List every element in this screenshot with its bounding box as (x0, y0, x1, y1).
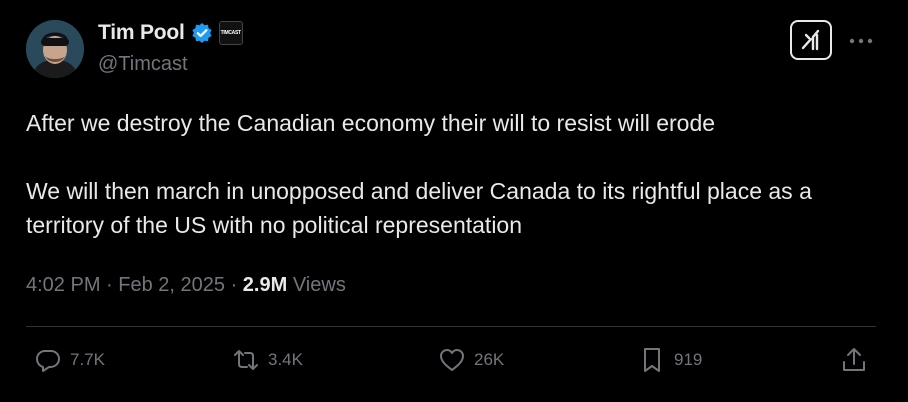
avatar[interactable] (26, 20, 84, 78)
reply-button[interactable]: 7.7K (34, 346, 105, 374)
meta-separator: · (100, 274, 119, 296)
tweet-time[interactable]: 4:02 PM (26, 274, 100, 297)
repost-button[interactable]: 3.4K (232, 346, 303, 374)
like-icon (440, 349, 464, 371)
tweet-meta: 4:02 PM · Feb 2, 2025 · 2.9M Views (26, 274, 346, 297)
author-name[interactable]: Tim Pool (98, 21, 185, 45)
bookmark-icon (644, 348, 660, 372)
author-name-row: Tim Pool TIMCAST (98, 21, 243, 45)
reply-count: 7.7K (70, 350, 105, 369)
affiliate-badge[interactable]: TIMCAST (218, 21, 243, 45)
tweet-text: After we destroy the Canadian economy th… (26, 110, 812, 238)
like-button[interactable]: 26K (438, 346, 504, 374)
views-label: Views (292, 274, 346, 296)
meta-separator: · (225, 274, 243, 296)
like-count: 26K (474, 350, 505, 369)
reply-icon (36, 350, 60, 372)
grok-button[interactable] (790, 20, 832, 60)
views-count: 2.9M (242, 274, 288, 296)
repost-icon (234, 350, 258, 370)
author-handle[interactable]: @Timcast (98, 53, 188, 76)
tweet-date[interactable]: Feb 2, 2025 (118, 274, 225, 297)
repost-count: 3.4K (268, 350, 303, 369)
bookmark-count: 919 (674, 350, 703, 369)
bookmark-button[interactable]: 919 (638, 346, 702, 374)
verified-badge-icon[interactable] (191, 22, 213, 44)
divider (26, 326, 876, 327)
grok-icon (801, 29, 820, 51)
more-icon (849, 38, 873, 44)
share-button[interactable] (840, 346, 868, 374)
share-icon (843, 348, 865, 371)
more-button[interactable] (848, 28, 874, 54)
